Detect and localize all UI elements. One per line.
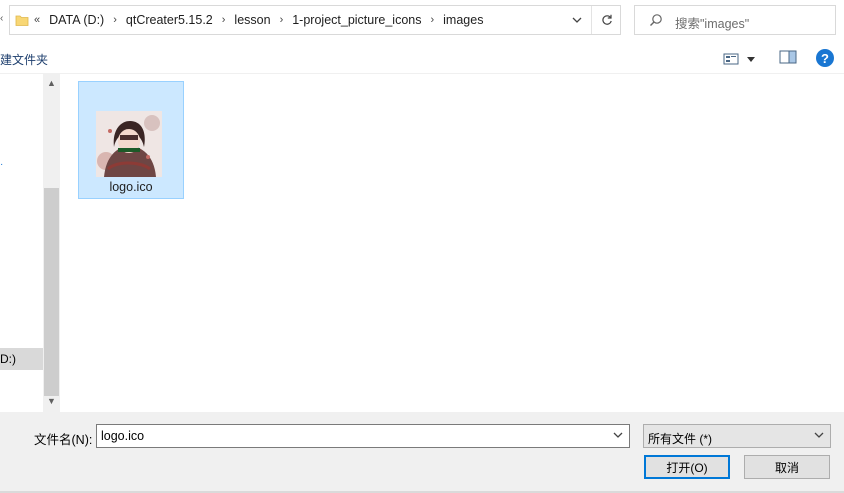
chevron-right-icon[interactable]: › (280, 14, 284, 26)
nav-item-marker-icon: · (0, 159, 4, 170)
file-name: logo.ico (109, 180, 153, 194)
address-dropdown-button[interactable] (564, 6, 590, 34)
nav-item-drive-d[interactable]: D:) (0, 348, 43, 370)
breadcrumb: « DATA (D:) › qtCreater5.15.2 › lesson ›… (34, 6, 483, 34)
back-arrow-icon[interactable]: ‹ (0, 13, 6, 27)
filename-value[interactable]: logo.ico (101, 429, 144, 443)
scroll-up-icon[interactable]: ▲ (47, 78, 56, 88)
scroll-down-icon[interactable]: ▼ (47, 396, 56, 406)
file-item-logo[interactable]: logo.ico (78, 81, 184, 199)
address-bar[interactable]: « DATA (D:) › qtCreater5.15.2 › lesson ›… (9, 5, 621, 35)
breadcrumb-item-images[interactable]: images (443, 13, 483, 27)
view-icon (723, 53, 739, 65)
file-thumbnail (96, 111, 162, 177)
refresh-button[interactable] (591, 6, 621, 34)
scrollbar-thumb[interactable] (44, 188, 59, 396)
filename-field[interactable]: logo.ico (96, 424, 630, 448)
chevron-down-icon[interactable] (613, 430, 623, 440)
preview-pane-button[interactable] (779, 50, 799, 66)
file-list: logo.ico (62, 74, 844, 412)
new-folder-button[interactable]: 建文件夹 (0, 51, 48, 68)
breadcrumb-item-project[interactable]: 1-project_picture_icons (292, 13, 421, 27)
change-view-button[interactable] (723, 50, 763, 68)
breadcrumb-overflow[interactable]: « (34, 14, 40, 26)
navigation-pane: · D:) ▲ ▼ (0, 74, 62, 412)
caret-down-icon (747, 56, 755, 62)
chevron-right-icon[interactable]: › (430, 14, 434, 26)
search-icon (650, 14, 662, 26)
help-button[interactable]: ? (816, 49, 834, 67)
chevron-down-icon (814, 432, 824, 438)
address-region: ‹ « DATA (D:) › qtCreater5.15.2 › lesson… (0, 0, 844, 42)
dialog-footer: 文件名(N): logo.ico 所有文件 (*) 打开(O) 取消 (0, 412, 844, 493)
folder-icon (15, 15, 29, 26)
chevron-right-icon[interactable]: › (113, 14, 117, 26)
breadcrumb-item-drive[interactable]: DATA (D:) (49, 13, 104, 27)
refresh-icon (601, 14, 612, 25)
search-box[interactable]: 搜索"images" (634, 5, 836, 35)
cancel-button[interactable]: 取消 (744, 455, 830, 479)
filetype-value: 所有文件 (*) (648, 432, 712, 446)
chevron-right-icon[interactable]: › (222, 14, 226, 26)
preview-pane-icon (779, 50, 797, 64)
filetype-select[interactable]: 所有文件 (*) (643, 424, 831, 448)
breadcrumb-item-qtcreater[interactable]: qtCreater5.15.2 (126, 13, 213, 27)
open-button[interactable]: 打开(O) (644, 455, 730, 479)
filename-label: 文件名(N): (34, 433, 93, 447)
breadcrumb-item-lesson[interactable]: lesson (234, 13, 270, 27)
nav-scrollbar[interactable]: ▲ ▼ (43, 74, 60, 412)
command-toolbar: 建文件夹 ? (0, 42, 844, 74)
search-input[interactable]: 搜索"images" (675, 13, 749, 32)
chevron-down-icon (572, 17, 582, 23)
